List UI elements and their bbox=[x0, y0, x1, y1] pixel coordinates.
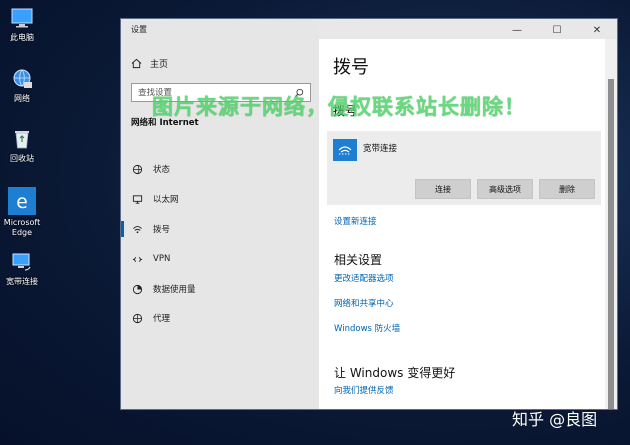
svg-text:e: e bbox=[16, 192, 27, 213]
close-button[interactable]: ✕ bbox=[577, 19, 617, 41]
improve-windows-title: 让 Windows 变得更好 bbox=[334, 366, 456, 380]
broadband-connection-icon bbox=[12, 253, 31, 271]
dialup-connection-icon bbox=[333, 139, 357, 161]
delete-button[interactable]: 删除 bbox=[539, 179, 595, 199]
sidebar-home[interactable]: 主页 bbox=[131, 57, 168, 70]
sidebar-item-label: 以太网 bbox=[153, 195, 179, 205]
advanced-options-button[interactable]: 高级选项 bbox=[477, 179, 533, 199]
scrollbar[interactable] bbox=[605, 39, 617, 409]
home-label: 主页 bbox=[150, 60, 169, 70]
desktop-icon-edge[interactable]: e Microsoft Edge bbox=[2, 187, 42, 238]
edge-icon: e bbox=[8, 187, 36, 215]
desktop-icon-recycle-bin[interactable]: 回收站 bbox=[2, 127, 42, 164]
computer-icon bbox=[11, 8, 33, 28]
ethernet-icon bbox=[131, 193, 143, 205]
desktop-icon-label: 此电脑 bbox=[10, 33, 34, 42]
minimize-button[interactable]: — bbox=[497, 19, 537, 41]
sidebar-item-data-usage[interactable]: 数据使用量 bbox=[121, 277, 319, 301]
network-globe-icon bbox=[13, 69, 32, 88]
connection-name: 宽带连接 bbox=[363, 144, 398, 154]
sidebar-item-label: VPN bbox=[153, 254, 171, 264]
attribution-text: 知乎 @良图 bbox=[512, 410, 598, 429]
vpn-icon bbox=[131, 253, 143, 265]
desktop-icon-broadband[interactable]: 宽带连接 bbox=[2, 250, 42, 287]
change-adapter-options-link[interactable]: 更改适配器选项 bbox=[334, 272, 394, 284]
sidebar: 设置 主页 网络和 Internet 状态 bbox=[121, 19, 319, 409]
maximize-button[interactable]: ☐ bbox=[537, 19, 577, 41]
feedback-link[interactable]: 向我们提供反馈 bbox=[334, 384, 394, 396]
sidebar-item-label: 数据使用量 bbox=[153, 285, 196, 295]
desktop-icon-label: 宽带连接 bbox=[6, 277, 38, 286]
window-title: 设置 bbox=[131, 25, 147, 34]
data-usage-icon bbox=[131, 283, 143, 295]
watermark-text: 图片来源于网络，侵权联系站长删除！ bbox=[152, 95, 526, 119]
desktop-icon-label: 回收站 bbox=[10, 154, 34, 163]
desktop-icon-label: Microsoft Edge bbox=[3, 218, 41, 237]
home-icon bbox=[131, 58, 142, 69]
related-settings-title: 相关设置 bbox=[334, 253, 383, 267]
desktop-icon-this-pc[interactable]: 此电脑 bbox=[2, 6, 42, 43]
desktop-icon-network[interactable]: 网络 bbox=[2, 67, 42, 104]
desktop-icon-label: 网络 bbox=[14, 94, 30, 103]
sidebar-item-ethernet[interactable]: 以太网 bbox=[121, 187, 319, 211]
sidebar-item-proxy[interactable]: 代理 bbox=[121, 306, 319, 330]
settings-window: 设置 主页 网络和 Internet 状态 bbox=[120, 18, 618, 410]
sidebar-item-label: 状态 bbox=[153, 165, 171, 175]
sidebar-item-label: 拨号 bbox=[153, 225, 171, 235]
recycle-bin-icon bbox=[15, 131, 29, 149]
connection-card[interactable]: 宽带连接 连接 高级选项 删除 bbox=[327, 131, 601, 205]
sidebar-item-dialup[interactable]: 拨号 bbox=[121, 217, 319, 241]
status-icon bbox=[131, 163, 143, 175]
sidebar-item-vpn[interactable]: VPN bbox=[121, 247, 319, 271]
network-sharing-center-link[interactable]: 网络和共享中心 bbox=[334, 297, 394, 309]
page-title: 拨号 bbox=[333, 57, 369, 78]
dialup-icon bbox=[131, 223, 143, 235]
window-controls: — ☐ ✕ bbox=[497, 19, 617, 41]
proxy-icon bbox=[131, 312, 143, 324]
connect-button[interactable]: 连接 bbox=[415, 179, 471, 199]
windows-firewall-link[interactable]: Windows 防火墙 bbox=[334, 322, 400, 334]
sidebar-item-status[interactable]: 状态 bbox=[121, 157, 319, 181]
sidebar-item-label: 代理 bbox=[153, 314, 171, 324]
setup-new-connection-link[interactable]: 设置新连接 bbox=[334, 215, 377, 227]
scrollbar-thumb[interactable] bbox=[608, 79, 614, 409]
